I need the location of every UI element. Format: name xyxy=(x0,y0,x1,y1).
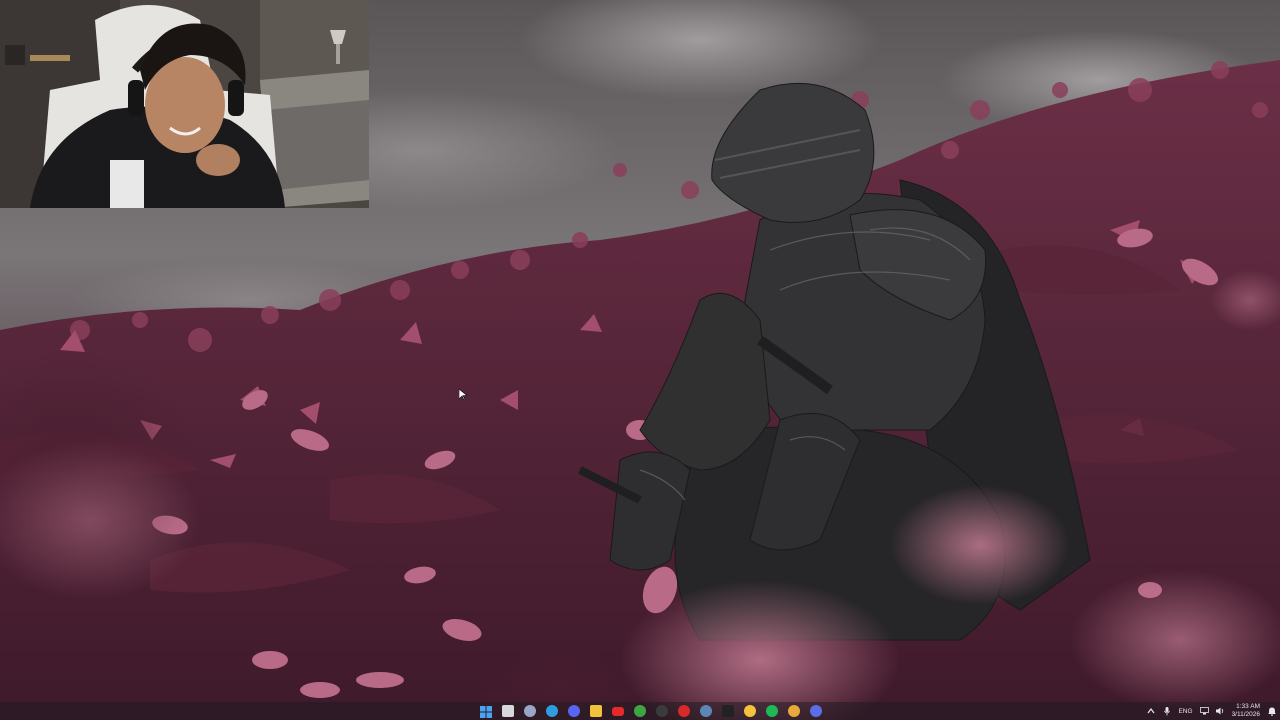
discord-icon[interactable] xyxy=(566,703,582,719)
windows-start-icon-glyph xyxy=(480,705,492,718)
streamer-camera-feed xyxy=(0,0,369,208)
clock-date: 3/11/2026 xyxy=(1231,711,1260,718)
volume-icon[interactable] xyxy=(1215,707,1225,716)
edge-browser-icon-glyph xyxy=(546,705,558,717)
capcut-icon-glyph xyxy=(722,705,734,717)
edge-browser-icon[interactable] xyxy=(544,703,560,719)
clock-time: 1:33 AM xyxy=(1236,703,1260,710)
chevron-up-icon[interactable] xyxy=(1146,707,1155,716)
taskbar-pinned-apps xyxy=(478,703,824,719)
windows-start-icon[interactable] xyxy=(478,703,494,719)
red-app-icon[interactable] xyxy=(676,703,692,719)
file-explorer-icon[interactable] xyxy=(588,703,604,719)
system-tray: ENG 1:33 AM 3/11/2026 xyxy=(1146,702,1276,720)
chrome-icon[interactable] xyxy=(786,703,802,719)
desktop[interactable]: ENG 1:33 AM 3/11/2026 xyxy=(0,0,1280,720)
capcut-icon[interactable] xyxy=(720,703,736,719)
notification-bell-icon[interactable] xyxy=(1267,707,1276,716)
red-app-icon-glyph xyxy=(678,705,690,717)
task-view-icon-glyph xyxy=(524,705,536,717)
taskbar: ENG 1:33 AM 3/11/2026 xyxy=(0,702,1280,720)
spotify-icon[interactable] xyxy=(764,703,780,719)
steam-icon-glyph xyxy=(700,705,712,717)
clock[interactable]: 1:33 AM 3/11/2026 xyxy=(1232,703,1260,719)
webcam-overlay xyxy=(0,0,369,208)
search-icon[interactable] xyxy=(500,703,516,719)
youtube-icon-glyph xyxy=(612,706,624,716)
discord-icon-glyph xyxy=(568,705,580,717)
file-explorer-icon-glyph xyxy=(590,705,602,717)
youtube-icon[interactable] xyxy=(610,703,626,719)
xbox-icon[interactable] xyxy=(632,703,648,719)
search-icon-glyph xyxy=(502,705,514,717)
task-view-icon[interactable] xyxy=(522,703,538,719)
chrome-icon-glyph xyxy=(788,705,800,717)
yellow-app-icon-glyph xyxy=(744,705,756,717)
obs-icon[interactable] xyxy=(654,703,670,719)
spotify-icon-glyph xyxy=(766,705,778,717)
blue-app-icon-glyph xyxy=(810,705,822,717)
steam-icon[interactable] xyxy=(698,703,714,719)
mouse-cursor xyxy=(459,389,467,401)
language-indicator[interactable]: ENG xyxy=(1178,708,1192,715)
microphone-icon[interactable] xyxy=(1162,706,1171,716)
xbox-icon-glyph xyxy=(634,705,646,717)
blue-app-icon[interactable] xyxy=(808,703,824,719)
network-icon[interactable] xyxy=(1199,707,1209,716)
yellow-app-icon[interactable] xyxy=(742,703,758,719)
obs-icon-glyph xyxy=(656,705,668,717)
